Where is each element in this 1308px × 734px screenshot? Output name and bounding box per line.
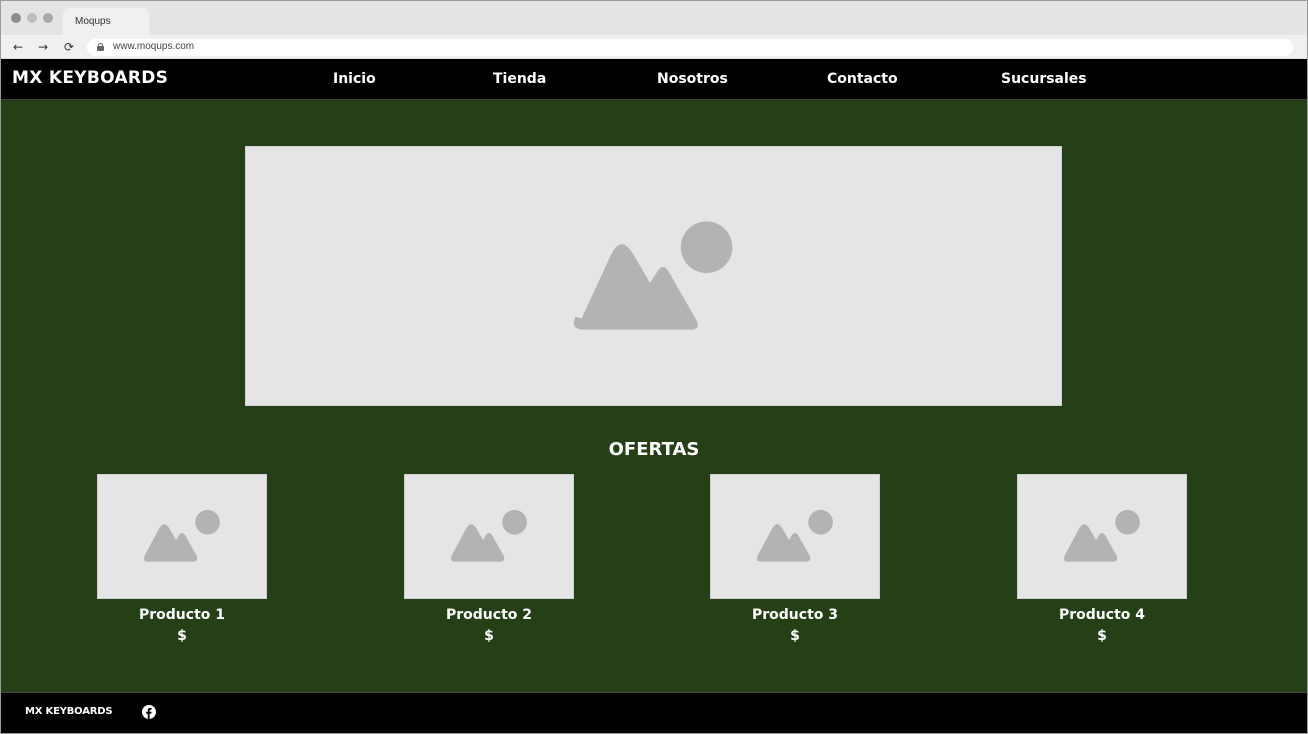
product-image-placeholder[interactable] bbox=[97, 474, 267, 599]
site-footer: MX KEYBOARDS bbox=[1, 692, 1307, 733]
product-card[interactable]: Producto 2 $ bbox=[369, 474, 609, 654]
facebook-icon[interactable] bbox=[142, 705, 156, 719]
product-price: $ bbox=[177, 628, 187, 644]
image-placeholder-icon bbox=[757, 509, 833, 562]
window-close-button[interactable] bbox=[11, 13, 21, 23]
product-image-placeholder[interactable] bbox=[710, 474, 880, 599]
product-card[interactable]: Producto 4 $ bbox=[982, 474, 1222, 654]
browser-toolbar: ← → ⟳ www.moqups.com bbox=[1, 35, 1307, 59]
browser-tab-title: Moqups bbox=[75, 16, 111, 27]
address-bar[interactable]: www.moqups.com bbox=[87, 39, 1293, 56]
product-price: $ bbox=[484, 628, 494, 644]
product-card[interactable]: Producto 3 $ bbox=[675, 474, 915, 654]
product-image-placeholder[interactable] bbox=[404, 474, 574, 599]
main-content: OFERTAS Producto 1 $ Producto 2 $ Produc… bbox=[1, 100, 1307, 692]
nav-item-sucursales[interactable]: Sucursales bbox=[1001, 71, 1087, 87]
product-price: $ bbox=[1097, 628, 1107, 644]
address-url: www.moqups.com bbox=[113, 41, 195, 52]
reload-icon[interactable]: ⟳ bbox=[61, 39, 77, 55]
image-placeholder-icon bbox=[451, 509, 527, 562]
lock-icon bbox=[97, 43, 104, 51]
product-name: Producto 3 bbox=[752, 607, 838, 623]
forward-arrow-icon[interactable]: → bbox=[35, 39, 51, 55]
image-placeholder-icon bbox=[1064, 509, 1140, 562]
footer-brand: MX KEYBOARDS bbox=[25, 706, 113, 717]
browser-tab[interactable]: Moqups bbox=[63, 8, 149, 35]
nav-item-tienda[interactable]: Tienda bbox=[493, 71, 546, 87]
product-image-placeholder[interactable] bbox=[1017, 474, 1187, 599]
back-arrow-icon[interactable]: ← bbox=[10, 39, 26, 55]
nav-item-inicio[interactable]: Inicio bbox=[333, 71, 376, 87]
product-name: Producto 4 bbox=[1059, 607, 1145, 623]
nav-item-contacto[interactable]: Contacto bbox=[827, 71, 898, 87]
product-card[interactable]: Producto 1 $ bbox=[62, 474, 302, 654]
nav-item-nosotros[interactable]: Nosotros bbox=[657, 71, 728, 87]
offers-title: OFERTAS bbox=[608, 439, 700, 460]
product-name: Producto 2 bbox=[446, 607, 532, 623]
product-price: $ bbox=[790, 628, 800, 644]
product-name: Producto 1 bbox=[139, 607, 225, 623]
image-placeholder-icon bbox=[573, 221, 733, 330]
window-minimize-button[interactable] bbox=[27, 13, 37, 23]
site-header: MX KEYBOARDS Inicio Tienda Nosotros Cont… bbox=[1, 59, 1307, 100]
image-placeholder-icon bbox=[144, 509, 220, 562]
browser-tabbar: Moqups bbox=[1, 1, 1307, 35]
browser-window: Moqups ← → ⟳ www.moqups.com MX KEYBOARDS… bbox=[0, 0, 1308, 734]
window-maximize-button[interactable] bbox=[43, 13, 53, 23]
hero-image-placeholder bbox=[245, 146, 1062, 406]
site-brand[interactable]: MX KEYBOARDS bbox=[12, 68, 168, 88]
